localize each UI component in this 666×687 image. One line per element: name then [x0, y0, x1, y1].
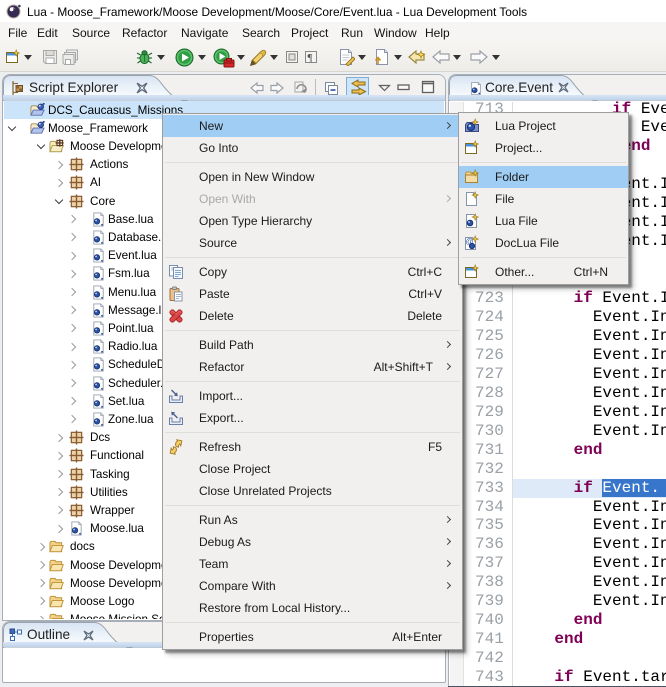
- svg-text:¶: ¶: [308, 52, 313, 64]
